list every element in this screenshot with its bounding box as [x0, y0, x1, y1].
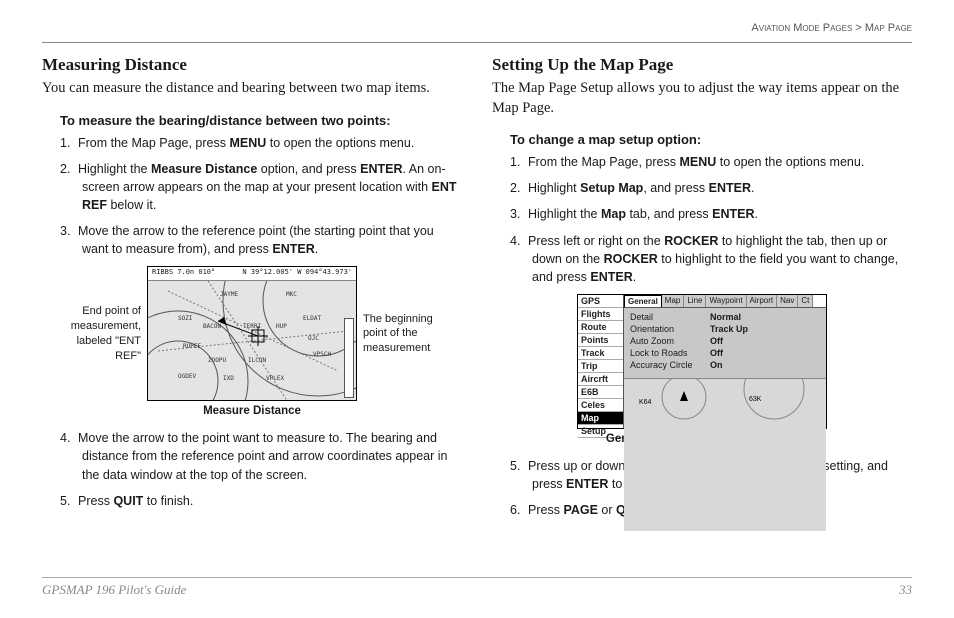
svg-text:K64: K64: [639, 399, 652, 406]
side-tab-flights: Flights: [578, 308, 623, 321]
callout-left: End point of measurement, labeled "ENT R…: [51, 304, 141, 363]
map-data-bar: RIBBS 7.0n 010° N 39°12.005' W 094°43.97…: [148, 267, 356, 281]
steps-right-1-4: 1.From the Map Page, press MENU to open …: [510, 153, 912, 286]
side-tab-track: Track: [578, 347, 623, 360]
step-l4: 4.Move the arrow to the point want to me…: [60, 429, 462, 483]
figure-measure-distance: End point of measurement, labeled "ENT R…: [42, 266, 462, 401]
step-l5: 5.Press QUIT to finish.: [60, 492, 462, 510]
caption-measure-distance: Measure Distance: [42, 405, 462, 417]
step-r4: 4.Press left or right on the ROCKER to h…: [510, 232, 912, 286]
side-tab-aircraft: Aircrft: [578, 373, 623, 386]
heading-setup-map: Setting Up the Map Page: [492, 55, 912, 75]
side-tab-map: Map: [578, 412, 623, 425]
step-l1: 1.From the Map Page, press MENU to open …: [60, 134, 462, 152]
breadcrumb-page: Map Page: [865, 22, 912, 34]
setup-side-tabs: GPS Flights Route Points Track Trip Airc…: [578, 295, 624, 428]
row-orientation: OrientationTrack Up: [630, 324, 820, 334]
tab-general: General: [624, 295, 662, 307]
callout-right: The beginning point of the measurement: [363, 312, 453, 357]
page-footer: GPSMAP 196 Pilot's Guide 33: [42, 577, 912, 598]
svg-text:63K: 63K: [749, 396, 762, 403]
subhead-left: To measure the bearing/distance between …: [60, 113, 462, 128]
row-detail: DetailNormal: [630, 312, 820, 322]
breadcrumb: Aviation Mode Pages > Map Page: [42, 22, 912, 34]
row-locktoroads: Lock to RoadsOff: [630, 348, 820, 358]
column-right: Setting Up the Map Page The Map Page Set…: [492, 55, 912, 527]
breadcrumb-section: Aviation Mode Pages: [751, 22, 852, 34]
setup-mini-map: K64 63K: [624, 378, 826, 531]
setup-main: General Map Line Waypoint Airport Nav Ct…: [624, 295, 826, 428]
map-vector: [148, 281, 357, 401]
footer-page-number: 33: [899, 582, 912, 598]
map-scale-bar: [344, 318, 354, 398]
row-accuracy: Accuracy CircleOn: [630, 360, 820, 370]
side-tab-gps: GPS: [578, 295, 623, 308]
row-autozoom: Auto ZoomOff: [630, 336, 820, 346]
map-screenshot: RIBBS 7.0n 010° N 39°12.005' W 094°43.97…: [147, 266, 357, 401]
steps-left-1-3: 1.From the Map Page, press MENU to open …: [60, 134, 462, 259]
side-tab-trip: Trip: [578, 360, 623, 373]
intro-right: The Map Page Setup allows you to adjust …: [492, 79, 912, 118]
intro-left: You can measure the distance and bearing…: [42, 79, 462, 99]
tab-ct: Ct: [798, 295, 813, 307]
tab-airport: Airport: [747, 295, 778, 307]
setup-body: DetailNormal OrientationTrack Up Auto Zo…: [624, 308, 826, 376]
tab-nav: Nav: [777, 295, 798, 307]
step-l3: 3.Move the arrow to the reference point …: [60, 222, 462, 258]
content-columns: Measuring Distance You can measure the d…: [42, 55, 912, 527]
tab-waypoint: Waypoint: [706, 295, 746, 307]
step-l2: 2.Highlight the Measure Distance option,…: [60, 160, 462, 214]
side-tab-celes: Celes: [578, 399, 623, 412]
subhead-right: To change a map setup option:: [510, 132, 912, 147]
heading-measuring-distance: Measuring Distance: [42, 55, 462, 75]
tab-map: Map: [662, 295, 685, 307]
footer-title: GPSMAP 196 Pilot's Guide: [42, 582, 186, 598]
side-tab-route: Route: [578, 321, 623, 334]
side-tab-points: Points: [578, 334, 623, 347]
setup-top-tabs: General Map Line Waypoint Airport Nav Ct: [624, 295, 826, 308]
side-tab-e6b: E6B: [578, 386, 623, 399]
column-left: Measuring Distance You can measure the d…: [42, 55, 462, 527]
header-rule: [42, 42, 912, 43]
steps-left-4-5: 4.Move the arrow to the point want to me…: [60, 429, 462, 510]
step-r1: 1.From the Map Page, press MENU to open …: [510, 153, 912, 171]
setup-screenshot: GPS Flights Route Points Track Trip Airc…: [577, 294, 827, 429]
tab-line: Line: [684, 295, 706, 307]
step-r3: 3.Highlight the Map tab, and press ENTER…: [510, 205, 912, 223]
step-r2: 2.Highlight Setup Map, and press ENTER.: [510, 179, 912, 197]
